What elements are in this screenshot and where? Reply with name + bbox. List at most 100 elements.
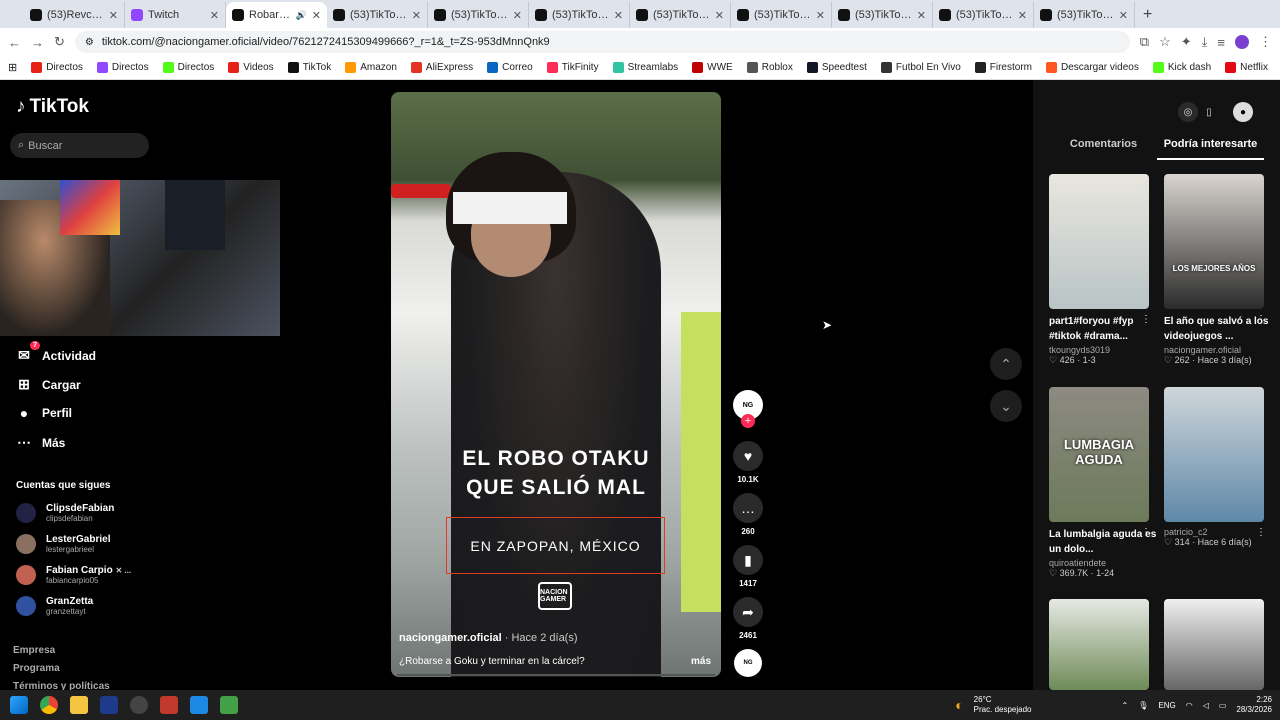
chevron-up-icon[interactable]: ⌃ xyxy=(1122,701,1129,710)
browser-tab[interactable]: (53)Revco (@r✕ xyxy=(24,2,125,28)
compass-icon[interactable]: ◎ xyxy=(1178,102,1198,122)
media-icon[interactable]: ≡ xyxy=(1217,35,1225,50)
more-options-icon[interactable]: ⋮ xyxy=(1256,314,1266,325)
video-player[interactable]: EL ROBO OTAKU QUE SALIÓ MAL EN ZAPOPAN, … xyxy=(391,92,721,677)
user-avatar[interactable]: ● xyxy=(1233,102,1253,122)
sidebar-item[interactable]: ⊞ Cargar xyxy=(16,376,81,393)
bookmark-item[interactable]: TikFinity xyxy=(546,62,599,73)
weather-icon[interactable]: ◐ xyxy=(955,697,963,713)
bookmark-item[interactable]: Streamlabs xyxy=(612,62,678,73)
download-icon[interactable]: ⤓ xyxy=(1202,34,1208,50)
following-account[interactable]: LesterGabriel lestergabrieel xyxy=(16,534,110,554)
suggested-thumb[interactable]: LUMBAGIA AGUDA xyxy=(1049,387,1149,522)
share-icon[interactable]: ➦ xyxy=(733,597,763,627)
close-icon[interactable]: ✕ xyxy=(210,9,219,22)
save-action[interactable]: ▮ 1417 xyxy=(733,545,763,588)
bookmark-item[interactable]: Directos xyxy=(162,62,214,73)
profile-avatar[interactable] xyxy=(1235,35,1249,49)
bookmark-item[interactable]: Videos xyxy=(228,62,274,73)
bookmark-item[interactable]: WWE xyxy=(692,62,733,73)
suggested-thumb[interactable] xyxy=(1049,174,1149,309)
forward-icon[interactable]: → xyxy=(31,35,44,50)
browser-tab[interactable]: (53)TikTok - M✕ xyxy=(1034,2,1135,28)
site-info-icon[interactable]: ⚙ xyxy=(85,37,94,48)
install-icon[interactable]: ⧉ xyxy=(1140,34,1149,50)
new-tab-button[interactable]: + xyxy=(1135,6,1160,28)
next-video-button[interactable]: ⌄ xyxy=(990,390,1022,422)
prev-video-button[interactable]: ⌃ xyxy=(990,348,1022,380)
tab-suggested[interactable]: Podría interesarte xyxy=(1157,138,1264,160)
clock[interactable]: 2:26 28/3/2026 xyxy=(1236,695,1272,715)
sound-avatar[interactable]: NG xyxy=(734,649,762,677)
bookmark-item[interactable]: Netflix xyxy=(1225,62,1268,73)
browser-tab[interactable]: (53)TikTok - M✕ xyxy=(933,2,1034,28)
bookmark-item[interactable]: Amazon xyxy=(345,62,397,73)
bookmark-item[interactable]: Speedtest xyxy=(806,62,867,73)
tiktok-logo[interactable]: ♪ TikTok xyxy=(16,96,89,118)
bookmark-icon[interactable]: ▮ xyxy=(733,545,763,575)
close-icon[interactable]: ✕ xyxy=(513,9,522,22)
audio-icon[interactable]: 🔊 xyxy=(296,10,307,21)
browser-tab[interactable]: (53)TikTok - M✕ xyxy=(428,2,529,28)
suggested-thumb[interactable] xyxy=(1049,599,1149,690)
heart-icon[interactable]: ♥ xyxy=(733,441,763,471)
mic-icon[interactable]: 🎙 xyxy=(1138,701,1148,710)
bookmark-item[interactable]: Firestorm xyxy=(974,62,1032,73)
close-icon[interactable]: ✕ xyxy=(412,9,421,22)
menu-icon[interactable]: ⋮ xyxy=(1259,34,1272,50)
sidebar-item[interactable]: ✉ 7 Actividad xyxy=(16,341,96,364)
app-photo-icon[interactable] xyxy=(190,696,208,714)
url-bar[interactable]: ⚙ tiktok.com/@naciongamer.oficial/video/… xyxy=(74,31,1130,53)
app-v-icon[interactable] xyxy=(100,696,118,714)
apps-icon[interactable]: ⊞ xyxy=(8,61,17,74)
close-icon[interactable]: ✕ xyxy=(1018,9,1027,22)
comment-action[interactable]: … 260 xyxy=(733,493,763,536)
browser-tab[interactable]: Twitch ✕ xyxy=(125,2,226,28)
close-icon[interactable]: ✕ xyxy=(312,9,321,22)
browser-tab[interactable]: (53)TikTok - M✕ xyxy=(731,2,832,28)
obs-icon[interactable] xyxy=(130,696,148,714)
battery-icon[interactable]: ▭ xyxy=(1219,701,1227,710)
more-options-icon[interactable]: ⋮ xyxy=(1141,527,1151,538)
bookmark-item[interactable]: TikTok xyxy=(287,62,331,73)
sidebar-item[interactable]: ⋯ Más xyxy=(16,434,65,451)
video-progress[interactable] xyxy=(397,674,715,676)
wifi-icon[interactable]: ◠ xyxy=(1186,701,1193,710)
share-action[interactable]: ➦ 2461 xyxy=(733,597,763,640)
bookmark-item[interactable]: Correo xyxy=(487,62,533,73)
windows-start-icon[interactable] xyxy=(10,696,28,714)
following-account[interactable]: GranZetta granzettayt xyxy=(16,596,93,616)
bookmark-item[interactable]: Descargar videos xyxy=(1046,62,1139,73)
bookmark-item[interactable]: AliExpress xyxy=(410,62,473,73)
reload-icon[interactable]: ↻ xyxy=(54,34,65,50)
app-snip-icon[interactable] xyxy=(220,696,238,714)
close-icon[interactable]: ✕ xyxy=(614,9,623,22)
bookmark-item[interactable]: Directos xyxy=(31,62,83,73)
tab-comments[interactable]: Comentarios xyxy=(1050,138,1157,160)
bookmark-item[interactable]: Futbol En Vivo xyxy=(880,62,961,73)
suggested-thumb[interactable] xyxy=(1164,387,1264,522)
following-account[interactable]: Fabian Carpio ✕ ... fabiancarpio05 xyxy=(16,565,131,585)
more-options-icon[interactable]: ⋮ xyxy=(1141,314,1151,325)
browser-tab[interactable]: (53)TikTok - M✕ xyxy=(327,2,428,28)
search-input[interactable]: ⌕ Buscar xyxy=(10,133,149,158)
bookmark-item[interactable]: Kick dash xyxy=(1152,62,1211,73)
like-action[interactable]: ♥ 10.1K xyxy=(733,441,763,484)
extensions-icon[interactable]: ✦ xyxy=(1181,34,1192,50)
volume-icon[interactable]: ◁ xyxy=(1203,701,1209,710)
device-icon[interactable]: ▯ xyxy=(1199,102,1219,122)
close-icon[interactable]: ✕ xyxy=(715,9,724,22)
bookmark-item[interactable]: Directos xyxy=(96,62,149,73)
browser-tab[interactable]: (53)TikTok - M✕ xyxy=(832,2,933,28)
suggested-info[interactable]: patricio_c2 ♡ 314 · Hace 6 día(s) xyxy=(1164,527,1252,548)
footer-link[interactable]: Programa xyxy=(13,663,60,674)
browser-tab[interactable]: (53)TikTok - M✕ xyxy=(529,2,630,28)
browser-tab[interactable]: (53)TikTok - M✕ xyxy=(630,2,731,28)
footer-link[interactable]: Términos y políticas xyxy=(13,681,110,690)
chrome-icon[interactable] xyxy=(40,696,58,714)
video-more-link[interactable]: más xyxy=(691,656,711,667)
video-author[interactable]: naciongamer.oficial · Hace 2 día(s) xyxy=(399,632,578,644)
follow-plus-button[interactable]: + xyxy=(741,414,755,428)
following-account[interactable]: ClipsdeFabian clipsdefabian xyxy=(16,503,114,523)
close-icon[interactable]: ✕ xyxy=(816,9,825,22)
